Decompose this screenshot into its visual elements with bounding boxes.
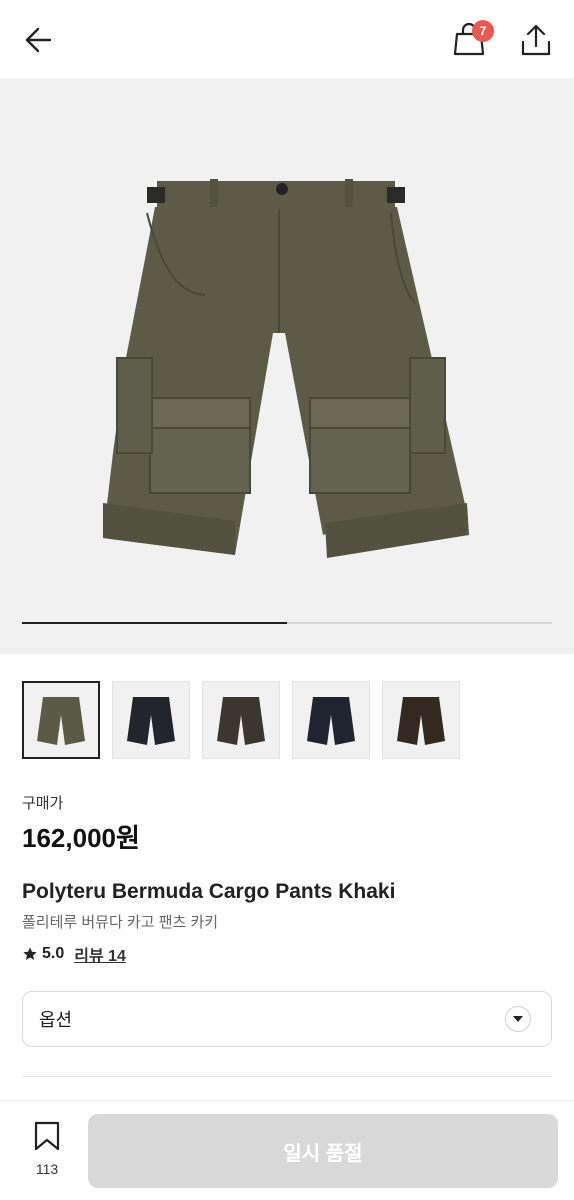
star-icon [23, 947, 37, 960]
carousel-progress-fill [22, 622, 287, 624]
thumbnail-shorts-image [127, 697, 175, 745]
rating-score: 5.0 [42, 945, 65, 962]
thumbnail-dark-brown[interactable] [382, 681, 460, 759]
option-label: 옵션 [39, 1010, 73, 1030]
back-arrow-icon[interactable] [20, 20, 60, 60]
divider [22, 1076, 552, 1077]
thumbnail-khaki[interactable] [22, 681, 100, 759]
product-title: Polyteru Bermuda Cargo Pants Khaki [22, 880, 396, 903]
sold-out-button[interactable]: 일시 품절 [88, 1114, 558, 1188]
share-icon[interactable] [514, 18, 558, 62]
thumbnail-shorts-image [397, 697, 445, 745]
product-image-carousel[interactable] [0, 78, 574, 654]
cart-count-badge: 7 [472, 20, 494, 42]
rating-row: 5.0 리뷰 14 [22, 942, 126, 966]
thumbnail-shorts-image [37, 697, 85, 745]
top-bar: 7 [0, 0, 574, 78]
color-thumbnails [22, 681, 460, 759]
product-subtitle: 폴리테루 버뮤다 카고 팬츠 카키 [22, 914, 219, 931]
option-select[interactable]: 옵션 [22, 991, 552, 1047]
bookmark-count: 113 [35, 1161, 59, 1177]
carousel-progress [22, 622, 552, 624]
price-label: 구매가 [22, 795, 64, 812]
thumbnail-navy[interactable] [292, 681, 370, 759]
thumbnail-shorts-image [217, 697, 265, 745]
bookmark-button[interactable]: 113 [22, 1120, 72, 1177]
thumbnail-brown[interactable] [202, 681, 280, 759]
cargo-shorts-image [103, 179, 469, 558]
thumbnail-black[interactable] [112, 681, 190, 759]
price-value: 162,000원 [22, 823, 140, 853]
thumbnail-shorts-image [307, 697, 355, 745]
bottom-bar-divider [0, 1100, 574, 1101]
chevron-down-icon [505, 1006, 531, 1032]
review-link[interactable]: 리뷰 14 [74, 942, 126, 966]
bookmark-icon [34, 1121, 60, 1151]
